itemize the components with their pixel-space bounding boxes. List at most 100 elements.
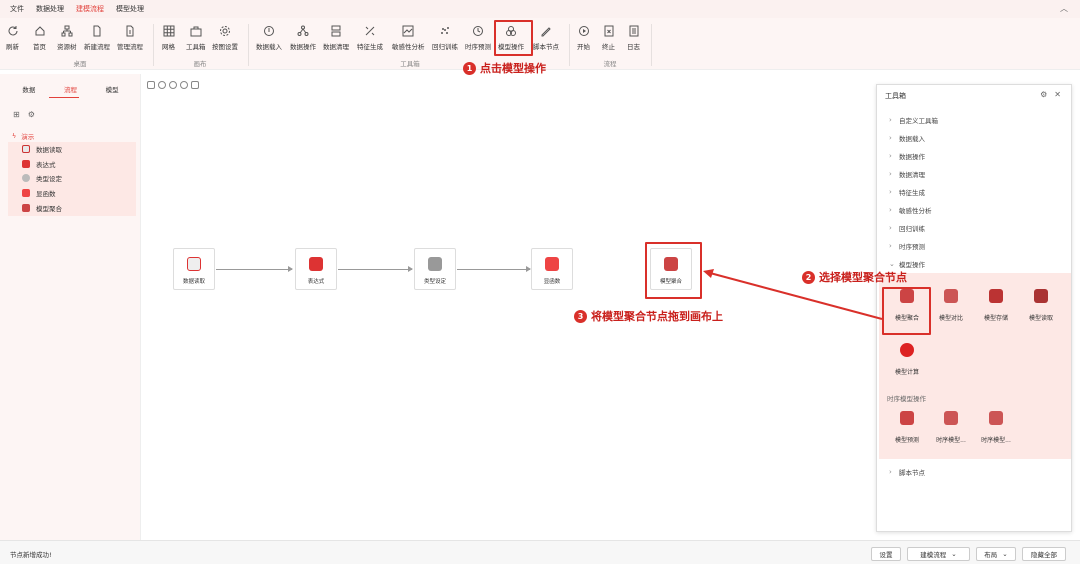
zoom-in-icon[interactable] xyxy=(169,81,177,89)
resource-tree-button[interactable]: 资源树 xyxy=(57,22,77,54)
list-item[interactable]: 表达式 xyxy=(8,157,136,172)
category-item[interactable]: › 数据载入 xyxy=(877,129,1073,147)
collapse-ribbon-icon[interactable]: ︿ xyxy=(1060,3,1068,14)
data-clean-button[interactable]: 数据清理 xyxy=(323,22,349,54)
tab-flow[interactable]: 流程 xyxy=(64,84,77,98)
home-button[interactable]: 首页 xyxy=(33,22,46,54)
canvas-node-explicit-function[interactable]: 显函数 xyxy=(531,248,573,290)
canvas-settings-button[interactable]: 按图设置 xyxy=(212,22,238,54)
edge-arrow xyxy=(216,266,293,272)
node-label: 显函数 xyxy=(543,279,561,285)
tool-label: 模型预测 xyxy=(894,437,919,444)
tree-root[interactable]: ϟ 演示 xyxy=(12,131,34,141)
group-canvas: 画布 xyxy=(193,60,207,68)
ts-forecast-button[interactable]: 时序预测 xyxy=(465,22,491,54)
stop-button[interactable]: 终止 xyxy=(602,22,615,54)
regression-button[interactable]: 回归训练 xyxy=(432,22,458,54)
grid-icon xyxy=(163,25,174,37)
step1-text: 点击模型操作 xyxy=(480,62,546,75)
data-read-icon xyxy=(187,257,201,271)
step1-number: 1 xyxy=(463,61,476,75)
zoom-out-icon[interactable] xyxy=(180,81,188,89)
edge-arrow xyxy=(457,266,531,272)
model-aggregate-highlight xyxy=(645,242,702,299)
list-item[interactable]: 类型设定 xyxy=(8,171,136,186)
category-item[interactable]: › 敏感性分析 xyxy=(877,201,1073,219)
new-flow-button[interactable]: 新建流程 xyxy=(84,22,110,54)
chevron-right-icon: › xyxy=(889,468,892,476)
settings-button[interactable]: 设置 xyxy=(871,547,901,561)
type-setting-icon xyxy=(22,174,30,183)
left-tools: ⊞ ⚙ xyxy=(13,110,35,119)
menu-modeling-flow[interactable]: 建模流程 xyxy=(76,4,104,14)
canvas-node-type-setting[interactable]: 类型设定 xyxy=(414,248,456,290)
grid-button[interactable]: 网格 xyxy=(162,22,175,54)
add-icon[interactable]: ⊞ xyxy=(13,110,20,119)
list-item-label: 表达式 xyxy=(36,160,56,169)
hide-all-button[interactable]: 隐藏全部 xyxy=(1022,547,1066,561)
tab-data[interactable]: 数据 xyxy=(22,84,35,98)
ts-ops-header: 时序模型操作 xyxy=(887,395,926,403)
tool-model-read[interactable]: 模型读取 xyxy=(1019,289,1063,322)
category-item[interactable]: › 特征生成 xyxy=(877,183,1073,201)
data-operation-button[interactable]: 数据操作 xyxy=(290,22,316,54)
tab-model[interactable]: 模型 xyxy=(106,84,119,98)
tool-model-predict[interactable]: 模型预测 xyxy=(885,411,929,444)
chevron-down-icon: ⌄ xyxy=(1002,550,1008,558)
tool-ts-model-1[interactable]: 时序模型... xyxy=(929,411,973,444)
sensitivity-button[interactable]: 敏感性分析 xyxy=(392,22,425,54)
canvas-node-expression[interactable]: 表达式 xyxy=(295,248,337,290)
canvas-node-data-read[interactable]: 数据读取 xyxy=(173,248,215,290)
tool-model-store[interactable]: 模型存储 xyxy=(974,289,1018,322)
layout-dropdown[interactable]: 布局 ⌄ xyxy=(976,547,1016,561)
center-icon[interactable] xyxy=(158,81,166,89)
close-icon[interactable]: ✕ xyxy=(1054,90,1061,99)
toolbox-button[interactable]: 工具箱 xyxy=(186,22,206,54)
tool-label: 模型计算 xyxy=(894,369,919,376)
data-load-label: 数据载入 xyxy=(256,43,282,51)
category-item[interactable]: › 脚本节点 xyxy=(877,463,1073,481)
log-button[interactable]: 日志 xyxy=(627,22,640,54)
tool-ts-model-2[interactable]: 时序模型... xyxy=(974,411,1018,444)
model-aggregate-icon xyxy=(22,203,30,212)
category-item[interactable]: › 时序预测 xyxy=(877,237,1073,255)
fit-icon[interactable] xyxy=(147,81,155,89)
menu-file[interactable]: 文件 xyxy=(10,4,24,14)
grid-toggle-icon[interactable] xyxy=(191,81,199,89)
data-read-icon xyxy=(22,145,30,154)
list-item[interactable]: 显函数 xyxy=(8,186,136,201)
type-setting-icon xyxy=(428,257,442,271)
ts-forecast-label: 时序预测 xyxy=(465,43,491,51)
category-item[interactable]: › 自定义工具箱 xyxy=(877,111,1073,129)
node-label: 表达式 xyxy=(307,279,325,285)
status-message: 节点新增成功! xyxy=(10,551,52,559)
ribbon-separator xyxy=(153,24,154,66)
chevron-down-icon: ⌄ xyxy=(889,260,895,268)
tool-model-compute[interactable]: 模型计算 xyxy=(885,343,929,376)
toolbox-header-icons: ⚙ ✕ xyxy=(1040,90,1061,99)
list-item[interactable]: 模型聚合 xyxy=(8,200,136,215)
chevron-right-icon: › xyxy=(889,170,892,178)
category-item[interactable]: › 回归训练 xyxy=(877,219,1073,237)
start-button[interactable]: 开始 xyxy=(577,22,590,54)
menu-data-processing[interactable]: 数据处理 xyxy=(36,4,64,14)
modeling-flow-dropdown[interactable]: 建模流程 ⌄ xyxy=(907,547,970,561)
category-item[interactable]: › 数据清理 xyxy=(877,165,1073,183)
chevron-right-icon: › xyxy=(889,134,892,142)
list-item[interactable]: 数据读取 xyxy=(8,142,136,157)
data-load-button[interactable]: 数据载入 xyxy=(256,22,282,54)
script-node-button[interactable]: 脚本节点 xyxy=(533,22,559,54)
model-operation-highlight xyxy=(494,20,533,56)
refresh-button[interactable]: 刷新 xyxy=(6,22,19,54)
settings-icon[interactable]: ⚙ xyxy=(28,110,35,119)
explicit-function-icon xyxy=(22,189,30,198)
sensitivity-label: 敏感性分析 xyxy=(392,43,425,51)
home-icon xyxy=(35,26,44,36)
menu-model-processing[interactable]: 模型处理 xyxy=(116,4,144,14)
tool-model-compare[interactable]: 模型对比 xyxy=(929,289,973,322)
manage-flow-button[interactable]: 管理流程 xyxy=(117,22,143,54)
gear-icon[interactable]: ⚙ xyxy=(1040,90,1047,99)
feature-gen-button[interactable]: 特征生成 xyxy=(357,22,383,54)
tool-label: 时序模型... xyxy=(936,437,966,444)
category-item[interactable]: › 数据操作 xyxy=(877,147,1073,165)
